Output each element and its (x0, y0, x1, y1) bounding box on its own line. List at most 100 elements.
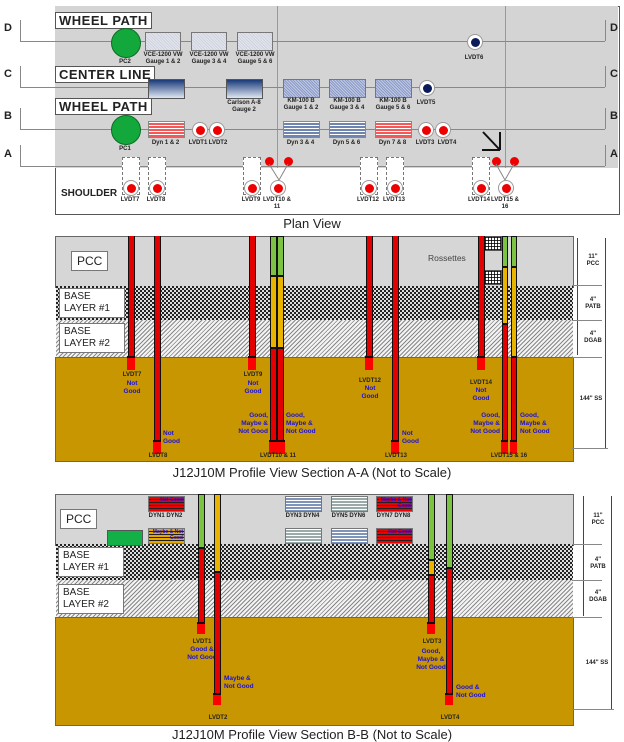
lvdt3-status: Good, Maybe & Not Good (416, 648, 446, 671)
lvdt1-rod (198, 494, 205, 623)
base-layer-1-label: BASE LAYER #1 (59, 288, 125, 318)
section-marker-c: C (4, 68, 12, 80)
lvdt9-label: LVDT9 (241, 197, 261, 203)
lvdt8-status: Not Good (163, 430, 180, 445)
section-marker-d: D (610, 22, 618, 34)
lvdt13-status: Not Good (402, 430, 419, 445)
subgrade-layer (55, 617, 574, 726)
arrow-up-icon (605, 20, 606, 41)
lvdt6-label: LVDT6 (464, 55, 484, 61)
pc1-label: PC1 (119, 146, 131, 152)
ss-thickness: 144" SS (585, 660, 609, 666)
lvdt2-label: LVDT2 (208, 715, 228, 721)
lvdt14-status: Not Good (472, 387, 490, 402)
lvdt13-sensor (387, 180, 403, 196)
dim-tick (572, 320, 602, 321)
lvdt13-label: LVDT13 (385, 453, 407, 459)
lvdt4-sensor (435, 122, 451, 138)
lvdt2-tip (213, 693, 221, 705)
lvdt14-label: LVDT14 (470, 380, 492, 386)
section-marker-a: A (4, 148, 12, 160)
section-aa-title: J12J10M Profile View Section A-A (Not to… (172, 465, 452, 480)
dyn4-gauge (285, 528, 322, 544)
vw-gauge-label: VCE-1200 VW Gauge 3 & 4 (189, 52, 229, 65)
lvdt3-label: LVDT3 (415, 140, 435, 146)
dgab-thickness: 4" DGAB (589, 590, 607, 603)
lvdt14-label: LVDT14 (468, 197, 490, 203)
vw-gauge-label: VCE-1200 VW Gauge 5 & 6 (235, 52, 275, 65)
vw-gauge-3-4 (191, 32, 227, 51)
patb-thickness: 4" PATB (590, 557, 606, 570)
lane-label-wheel-path: WHEEL PATH (55, 98, 152, 115)
dyn-5-6 (329, 121, 366, 138)
km-gauge-label: KM-100 B Gauge 5 & 6 (375, 98, 411, 111)
dyn2-status: Maybe & Not Good (152, 529, 183, 541)
section-marker-b: B (4, 110, 12, 122)
lvdt7-sensor (123, 180, 139, 196)
section-marker-a: A (610, 148, 618, 160)
lvdt3-sensor (418, 122, 434, 138)
section-marker-b: B (610, 110, 618, 122)
lane-label-wheel-path: WHEEL PATH (55, 12, 152, 29)
patb-layer (56, 544, 573, 580)
lvdt10-status: Good, Maybe & Not Good (238, 412, 268, 435)
lvdt4-tip (445, 693, 453, 705)
lvdt10-11-tip (269, 440, 285, 454)
dyn8-status: Not Good (388, 529, 411, 535)
pc2-label: PC2 (119, 59, 131, 65)
lvdt16-status: Good, Maybe & Not Good (520, 412, 550, 435)
lvdt5-sensor (419, 80, 435, 96)
dyn5-gauge (331, 496, 368, 512)
lvdt3-rod (428, 494, 435, 623)
base-layer-2-label: BASE LAYER #2 (59, 323, 125, 353)
lvdt9-tip (248, 356, 256, 370)
lvdt13-label: LVDT13 (383, 197, 405, 203)
arrow-up-icon (605, 145, 606, 166)
lvdt10-11-label: LVDT10 & 11 (260, 453, 296, 459)
vw-gauge-1-2 (145, 32, 181, 51)
pcc-label: PCC (60, 509, 98, 529)
lvdt15-16-label: LVDT15 & 16 (491, 197, 519, 210)
vw-gauge-5-6 (237, 32, 273, 51)
lvdt15-status: Good, Maybe & Not Good (470, 412, 500, 435)
lvdt4-label: LVDT4 (437, 140, 457, 146)
thickness-dimension (577, 238, 578, 355)
section-line-d (20, 41, 605, 42)
lvdt10-11-rods (270, 236, 284, 441)
km-gauge-1-2 (283, 79, 320, 98)
lvdt6-sensor (467, 34, 483, 50)
ss-thickness: 144" SS (579, 396, 603, 402)
lvdt13-rod (392, 236, 399, 441)
lvdt1-label: LVDT1 (188, 140, 208, 146)
pressure-cell (107, 530, 143, 546)
lvdt12-label: LVDT12 (357, 197, 379, 203)
lvdt9-status: Not Good (244, 380, 262, 395)
lvdt8-tip (153, 440, 161, 454)
vw-gauge-label: VCE-1200 VW Gauge 1 & 2 (143, 52, 183, 65)
lvdt14-rod (478, 236, 485, 357)
carlson-gauge-2 (226, 79, 263, 99)
lvdt9-label: LVDT9 (243, 372, 263, 378)
lvdt7-tip (127, 356, 135, 370)
base-layer-2-label: BASE LAYER #2 (58, 584, 124, 614)
lvdt8-label: LVDT8 (148, 453, 168, 459)
lvdt2-label: LVDT2 (208, 140, 228, 146)
plan-view-title: Plan View (283, 216, 341, 231)
dyn3-gauge (285, 496, 322, 512)
dim-tick (572, 709, 614, 710)
lvdt11-status: Good, Maybe & Not Good (286, 412, 316, 435)
arrow-up-icon (20, 20, 21, 41)
dyn5-6-label: DYN5 DYN6 (331, 513, 366, 519)
dyn-7-8 (375, 121, 412, 138)
lane-label-center-line: CENTER LINE (55, 66, 156, 83)
pcc-thickness: 11" PCC (586, 254, 600, 267)
lvdt9-rod (249, 236, 256, 357)
lvdt4-status: Good & Not Good (456, 684, 486, 699)
dim-tick (572, 448, 608, 449)
lvdt9-sensor (244, 180, 260, 196)
dim-tick (572, 580, 602, 581)
lvdt4-label: LVDT4 (440, 715, 460, 721)
pressure-cell-pc1 (111, 115, 141, 145)
dyn3-4-label: DYN3 DYN4 (285, 513, 320, 519)
dim-tick (572, 357, 602, 358)
